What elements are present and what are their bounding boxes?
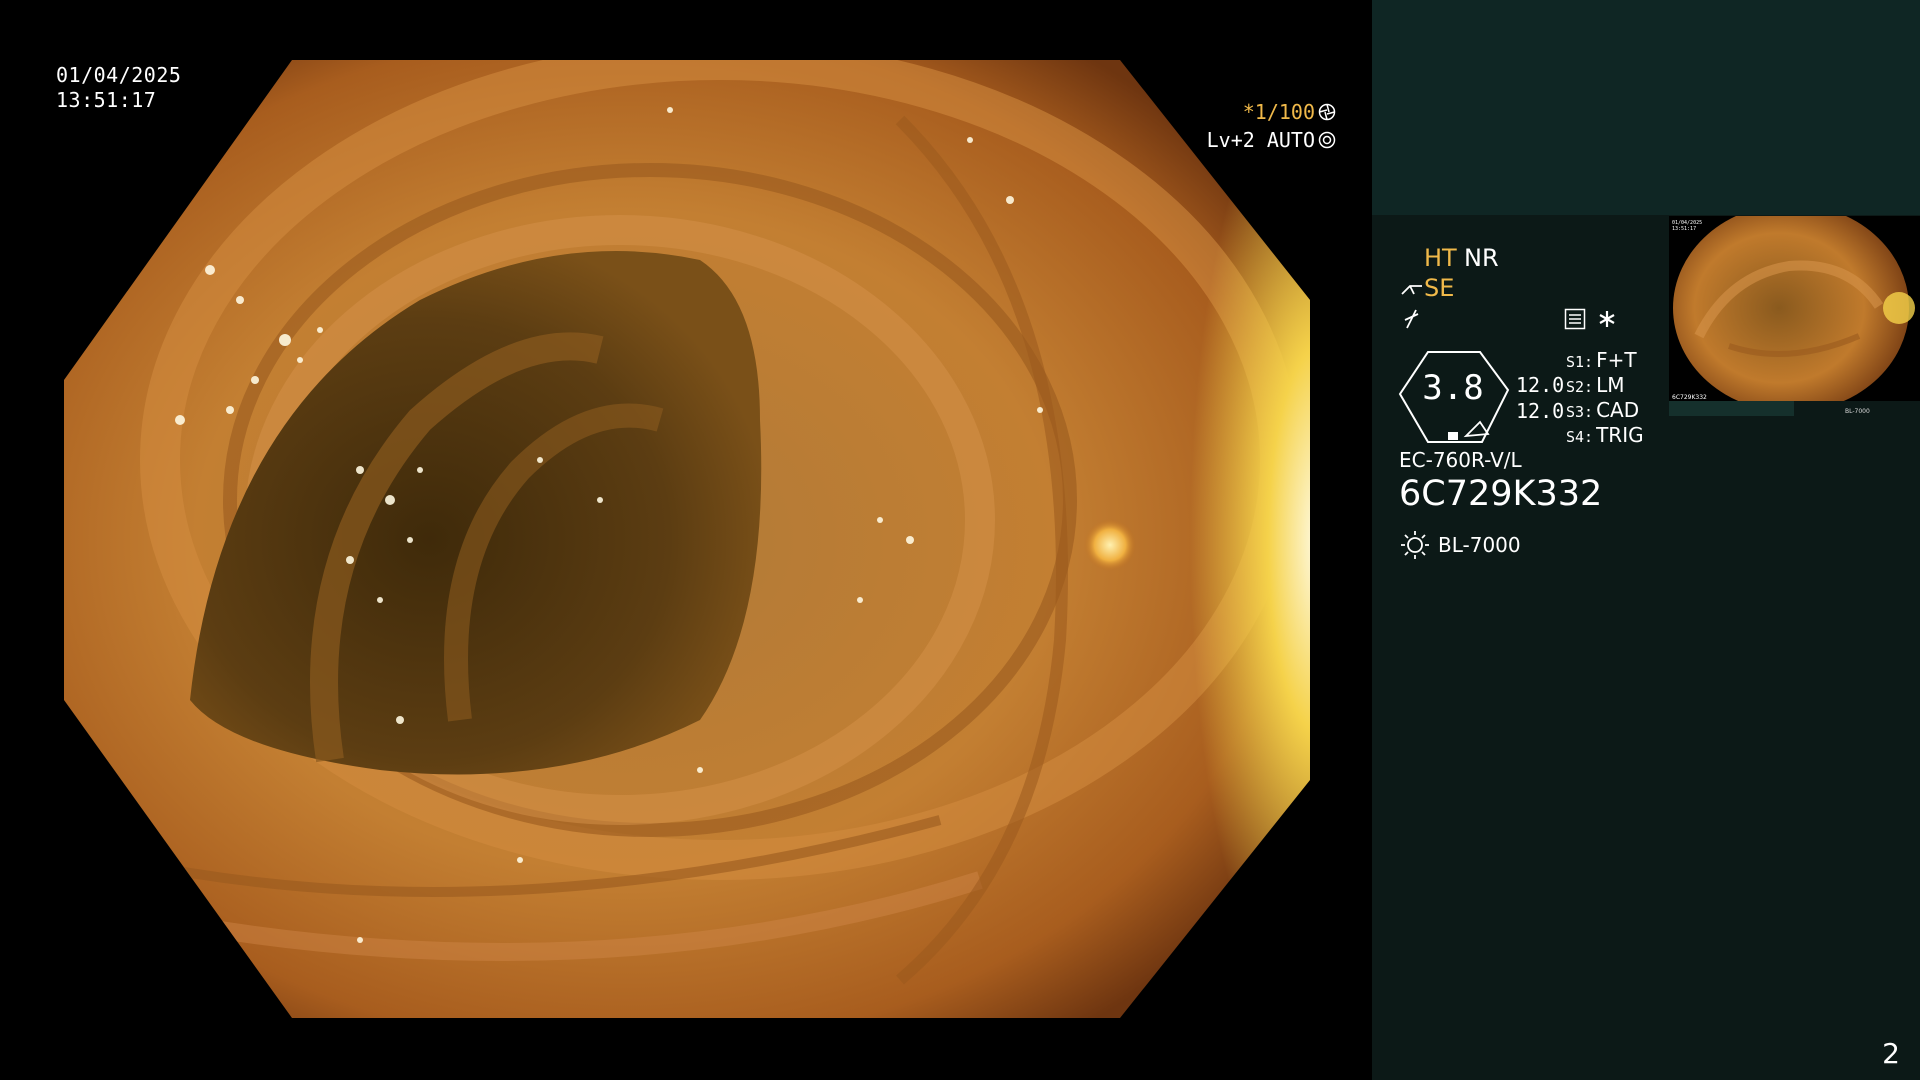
nr-indicator: NR bbox=[1464, 244, 1499, 272]
thumbnail-image: BL-7000 01/04/2025 13:51:17 6C729K332 bbox=[1669, 216, 1920, 416]
slot-key: S2: bbox=[1566, 378, 1594, 396]
zoom-value: 3.8 bbox=[1422, 368, 1484, 408]
zoom-indicator: 3.8 bbox=[1398, 350, 1514, 444]
enhancement-value-1: 12.0 bbox=[1516, 373, 1565, 397]
page-number: 2 bbox=[1882, 1037, 1900, 1070]
flash-icon bbox=[1404, 309, 1419, 329]
light-source-label: BL-7000 bbox=[1438, 533, 1521, 557]
slot-value: CAD bbox=[1596, 398, 1640, 422]
panel-header-area bbox=[1372, 0, 1920, 215]
capture-thumbnail[interactable]: BL-7000 01/04/2025 13:51:17 6C729K332 bbox=[1669, 216, 1920, 416]
date-display: 01/04/2025 bbox=[56, 63, 182, 87]
time-display: 13:51:17 bbox=[56, 88, 157, 112]
enhancement-value-2: 12.0 bbox=[1516, 399, 1565, 423]
ht-indicator: HT bbox=[1424, 244, 1457, 272]
slot-value: F+T bbox=[1596, 348, 1637, 372]
slot-s1: S1: F+T bbox=[1566, 348, 1637, 372]
menu-icon bbox=[1564, 308, 1586, 330]
asterisk-icon bbox=[1599, 311, 1615, 327]
thumbnail-time: 13:51:17 bbox=[1672, 226, 1696, 232]
shutter-readout: *1/100 bbox=[1243, 100, 1336, 124]
scope-model: EC-760R-V/L bbox=[1399, 448, 1522, 472]
thumbnail-light-label: BL-7000 bbox=[1845, 408, 1870, 415]
endoscope-image bbox=[64, 60, 1310, 1018]
scissors-icon bbox=[1401, 285, 1422, 295]
light-source-icon bbox=[1401, 531, 1429, 559]
thumbnail-serial: 6C729K332 bbox=[1672, 394, 1707, 401]
slot-value: TRIG bbox=[1596, 423, 1644, 447]
slot-key: S3: bbox=[1566, 403, 1594, 421]
level-value: Lv+2 AUTO bbox=[1206, 128, 1315, 152]
slot-key: S1: bbox=[1566, 353, 1594, 371]
shutter-icon bbox=[1318, 103, 1336, 121]
endoscope-view: 01/04/2025 13:51:17 *1/100 Lv+2 AUTO bbox=[0, 0, 1372, 1080]
se-indicator: SE bbox=[1424, 274, 1455, 302]
slot-value: LM bbox=[1596, 373, 1625, 397]
slot-s3: S3: CAD bbox=[1566, 398, 1639, 422]
slot-s2: S2: LM bbox=[1566, 373, 1625, 397]
info-panel: HT NR SE 3.8 12.0 12.0 S1: F+T S2: LM S3: C… bbox=[1372, 0, 1920, 1080]
slot-key: S4: bbox=[1566, 428, 1594, 446]
auto-iris-icon bbox=[1318, 131, 1336, 149]
level-readout: Lv+2 AUTO bbox=[1207, 128, 1336, 152]
slot-s4: S4: TRIG bbox=[1566, 423, 1644, 447]
shutter-value: *1/100 bbox=[1242, 100, 1315, 124]
scope-serial: 6C729K332 bbox=[1399, 474, 1603, 514]
